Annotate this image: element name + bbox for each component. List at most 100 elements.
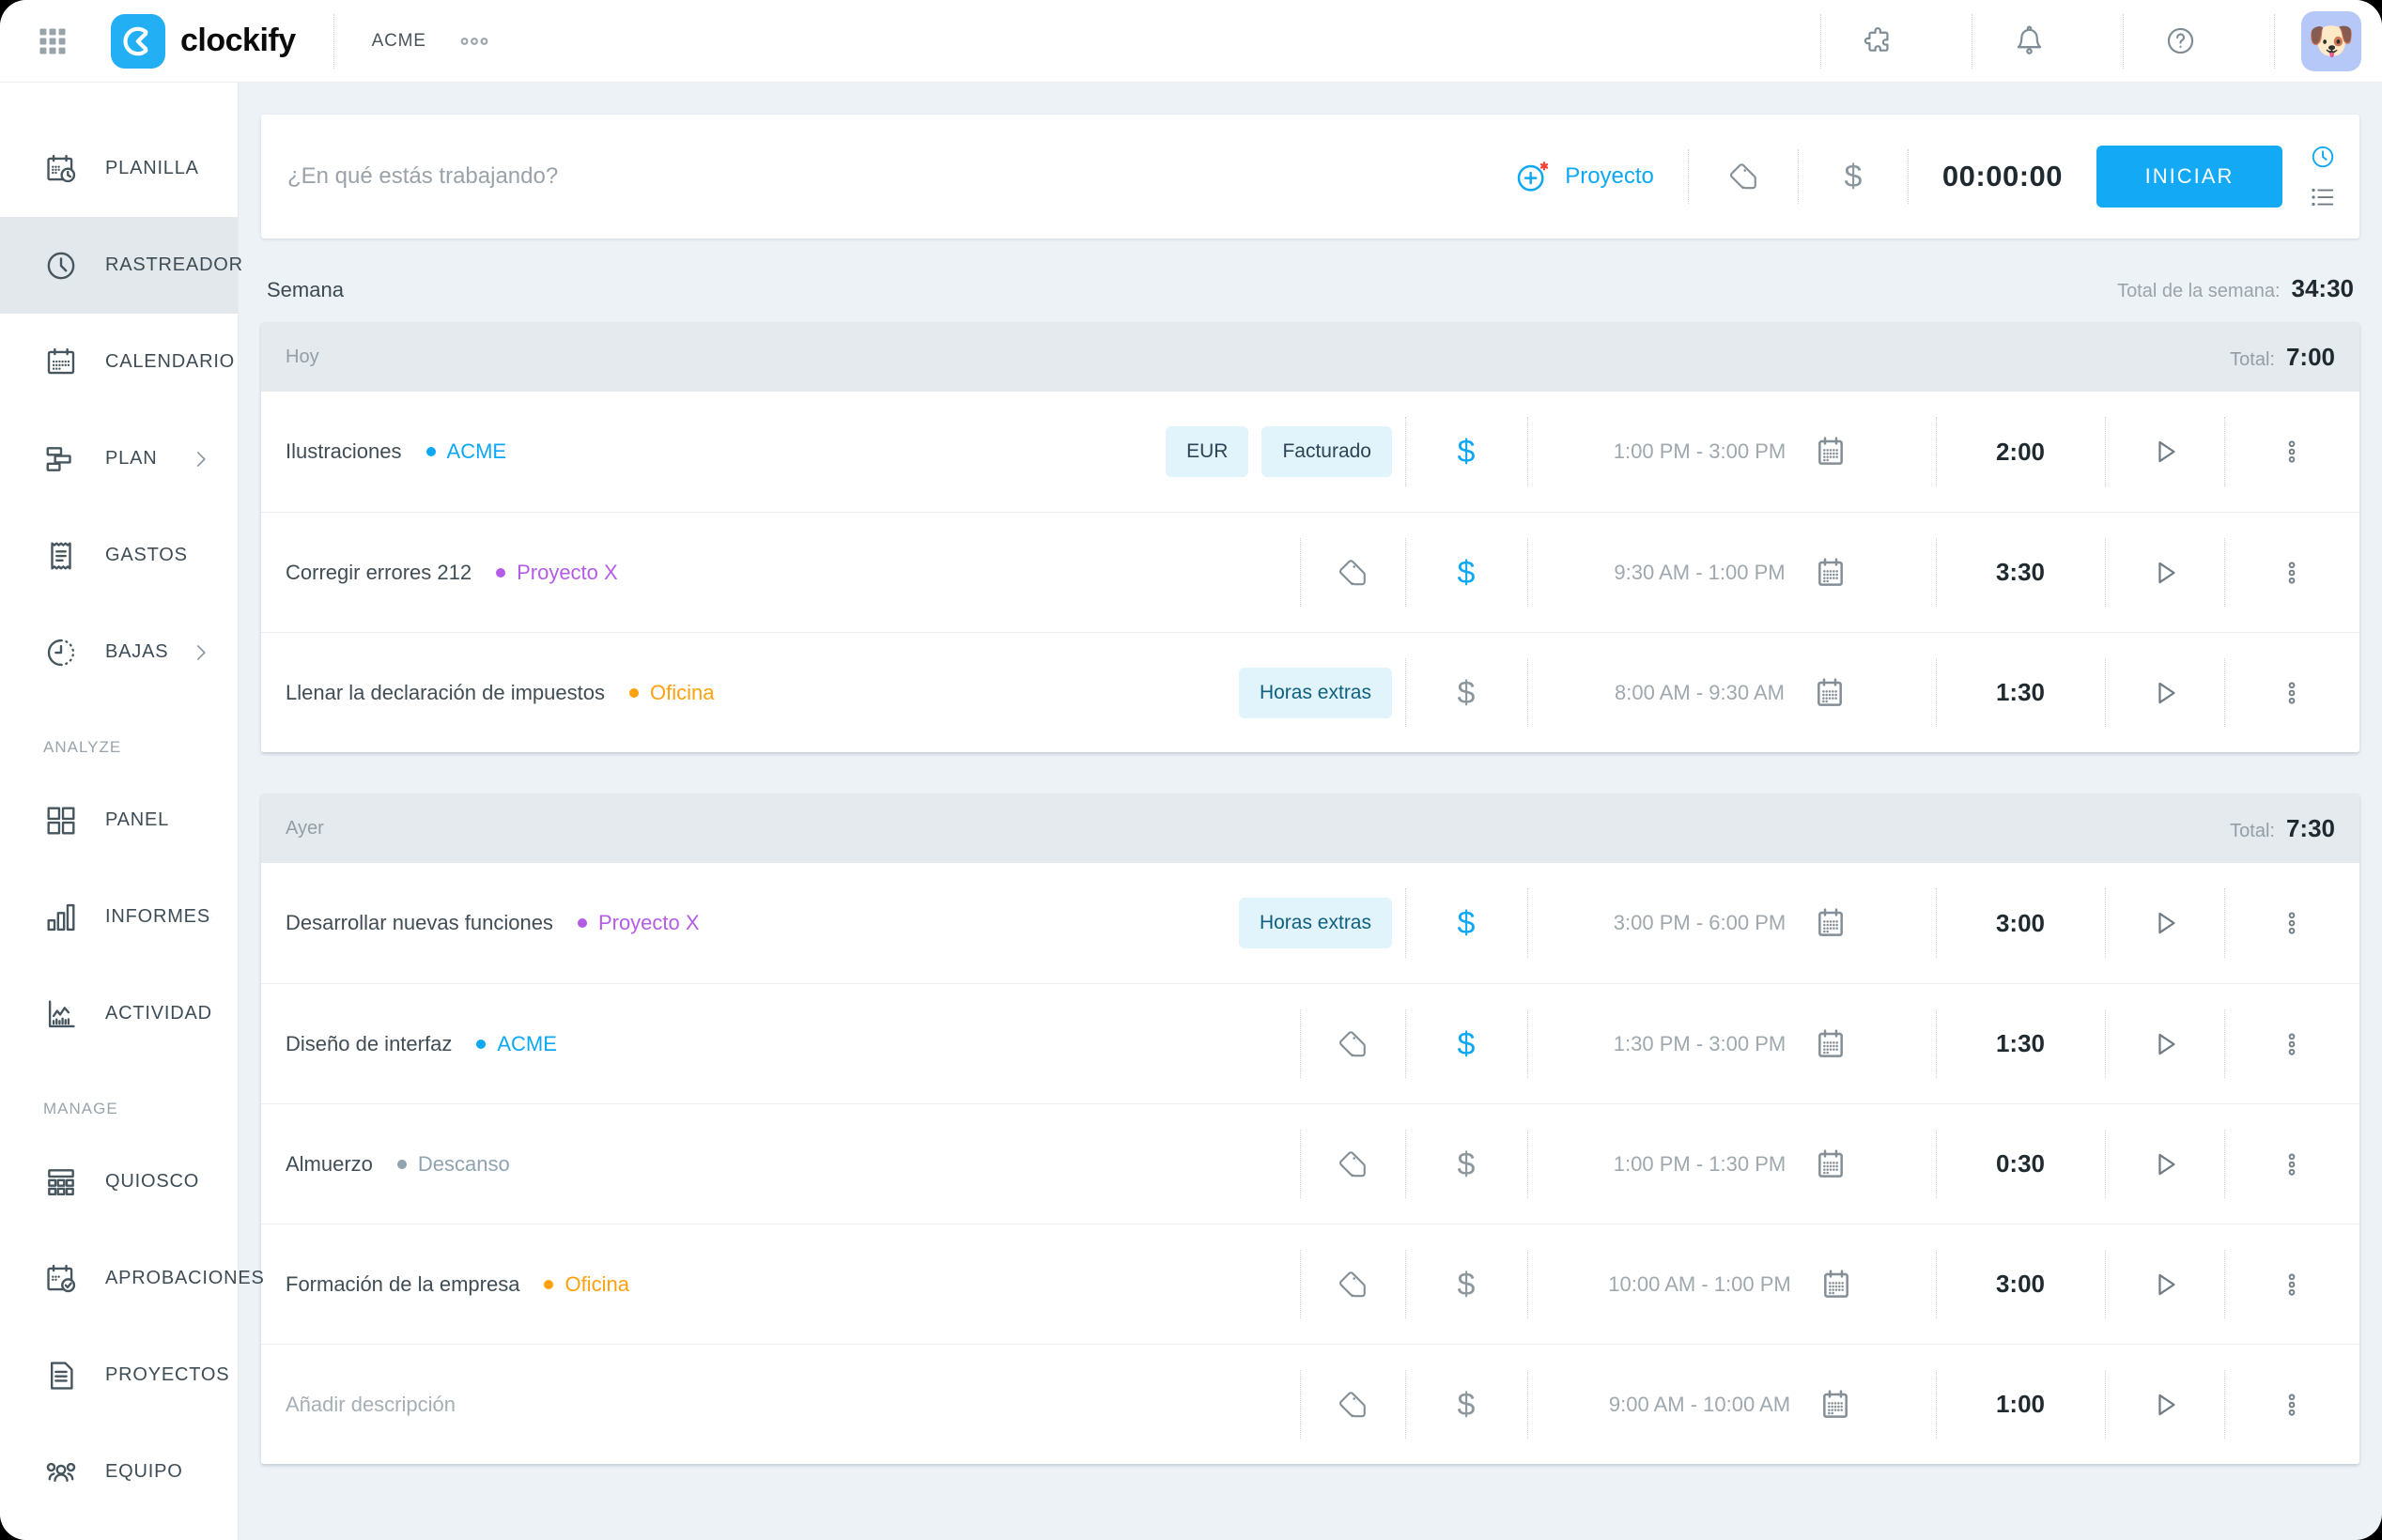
billable-toggle[interactable]: $ (1458, 1389, 1476, 1421)
bell-icon[interactable] (2013, 24, 2046, 57)
date-picker-button[interactable] (1817, 1386, 1854, 1424)
entry-duration[interactable]: 0:30 (1936, 1104, 2105, 1224)
manual-mode-icon[interactable] (2309, 183, 2337, 211)
billable-toggle[interactable]: $ (1458, 557, 1476, 589)
entry-time-range[interactable]: 1:00 PM - 3:00 PM (1614, 439, 1786, 464)
sidebar-item-panel[interactable]: PANEL (0, 772, 238, 869)
sidebar-item-aprobaciones[interactable]: APROBACIONES (0, 1230, 238, 1327)
date-picker-button[interactable] (1817, 1266, 1855, 1303)
sidebar-item-actividad[interactable]: ACTIVIDAD (0, 965, 238, 1062)
entry-menu-button[interactable] (2278, 909, 2306, 937)
entry-description[interactable]: Llenar la declaración de impuestos (286, 681, 605, 705)
entry-duration[interactable]: 1:30 (1936, 633, 2105, 752)
sidebar-item-proyectos[interactable]: PROYECTOS (0, 1327, 238, 1424)
entry-menu-button[interactable] (2278, 1270, 2306, 1299)
sidebar-item-plan[interactable]: PLAN (0, 410, 238, 507)
tag-button[interactable] (1337, 1148, 1369, 1180)
help-icon[interactable] (2164, 24, 2197, 57)
entry-menu-button[interactable] (2278, 438, 2306, 466)
tag-button[interactable] (1337, 1389, 1369, 1421)
sidebar-item-planilla[interactable]: PLANILLA (0, 120, 238, 217)
sidebar-item-gastos[interactable]: GASTOS (0, 507, 238, 604)
entry-description[interactable]: Ilustraciones (286, 439, 402, 464)
billable-toggle[interactable]: $ (1458, 436, 1476, 468)
date-picker-button[interactable] (1812, 1146, 1849, 1183)
continue-entry-button[interactable] (2148, 906, 2182, 940)
entry-description[interactable]: Formación de la empresa (286, 1272, 519, 1297)
entry-project[interactable]: Oficina (629, 681, 714, 705)
tag-button[interactable] (1337, 1269, 1369, 1301)
tag-icon[interactable] (1727, 161, 1759, 192)
select-project-button[interactable]: Proyecto (1514, 158, 1654, 195)
entry-duration[interactable]: 3:30 (1936, 513, 2105, 632)
apps-grid-icon[interactable] (36, 24, 70, 58)
entry-time-range[interactable]: 10:00 AM - 1:00 PM (1608, 1272, 1790, 1297)
date-picker-button[interactable] (1812, 904, 1849, 942)
entry-project[interactable]: Proyecto X (578, 911, 700, 935)
entry-time-range[interactable]: 9:30 AM - 1:00 PM (1614, 561, 1785, 585)
continue-entry-button[interactable] (2148, 1027, 2182, 1061)
puzzle-icon[interactable] (1862, 24, 1895, 57)
date-picker-button[interactable] (1812, 554, 1849, 592)
entry-time-range[interactable]: 9:00 AM - 10:00 AM (1609, 1393, 1790, 1417)
entry-description[interactable]: Añadir descripción (286, 1393, 456, 1417)
entry-menu-button[interactable] (2278, 1030, 2306, 1058)
entry-time-range[interactable]: 3:00 PM - 6:00 PM (1614, 911, 1786, 935)
sidebar-item-equipo[interactable]: EQUIPO (0, 1424, 238, 1520)
entry-project[interactable]: Oficina (544, 1272, 628, 1297)
tag-chip[interactable]: Facturado (1261, 426, 1392, 477)
entry-duration[interactable]: 3:00 (1936, 863, 2105, 983)
description-input[interactable] (269, 163, 1514, 190)
entry-time-range[interactable]: 1:00 PM - 1:30 PM (1614, 1152, 1786, 1177)
entry-duration[interactable]: 2:00 (1936, 392, 2105, 512)
entry-project[interactable]: Proyecto X (496, 561, 618, 585)
entry-duration[interactable]: 1:30 (1936, 984, 2105, 1103)
tag-button[interactable] (1337, 557, 1369, 589)
billable-toggle[interactable]: $ (1458, 1028, 1476, 1060)
entry-project[interactable]: ACME (476, 1032, 557, 1056)
billable-toggle[interactable]: $ (1458, 1269, 1476, 1301)
entry-time-range[interactable]: 8:00 AM - 9:30 AM (1615, 681, 1785, 705)
tag-button[interactable] (1337, 1028, 1369, 1060)
date-picker-button[interactable] (1811, 674, 1848, 712)
entry-project[interactable]: Descanso (397, 1152, 510, 1177)
entry-menu-button[interactable] (2278, 1391, 2306, 1419)
entry-description[interactable]: Corregir errores 212 (286, 561, 472, 585)
dots-horizontal-icon[interactable] (458, 25, 490, 57)
entry-description[interactable]: Diseño de interfaz (286, 1032, 452, 1056)
tag-chip[interactable]: Horas extras (1239, 668, 1392, 718)
billable-toggle[interactable]: $ (1458, 1148, 1476, 1180)
continue-entry-button[interactable] (2148, 676, 2182, 710)
date-picker-button[interactable] (1812, 433, 1849, 470)
entry-project[interactable]: ACME (426, 439, 507, 464)
continue-entry-button[interactable] (2148, 1268, 2182, 1301)
continue-entry-button[interactable] (2148, 1388, 2182, 1422)
billable-toggle[interactable]: $ (1458, 677, 1476, 709)
date-picker-button[interactable] (1812, 1025, 1849, 1063)
sidebar-item-rastreador[interactable]: RASTREADOR (0, 217, 238, 314)
entry-description[interactable]: Desarrollar nuevas funciones (286, 911, 553, 935)
entry-time-range[interactable]: 1:30 PM - 3:00 PM (1614, 1032, 1786, 1056)
avatar[interactable]: 🐶 (2301, 11, 2361, 71)
sidebar-item-informes[interactable]: INFORMES (0, 869, 238, 965)
continue-entry-button[interactable] (2148, 435, 2182, 469)
timer-mode-icon[interactable] (2309, 143, 2337, 171)
entry-duration[interactable]: 3:00 (1936, 1224, 2105, 1344)
tag-chip[interactable]: EUR (1166, 426, 1248, 477)
entry-description[interactable]: Almuerzo (286, 1152, 373, 1177)
workspace-selector[interactable]: ACME (372, 31, 426, 52)
time-entry-row: Diseño de interfaz ACME $1:30 PM - 3:00 PM… (261, 983, 2359, 1103)
sidebar-item-calendario[interactable]: CALENDARIO (0, 314, 238, 410)
billable-toggle[interactable]: $ (1844, 161, 1862, 192)
continue-entry-button[interactable] (2148, 556, 2182, 590)
sidebar-item-bajas[interactable]: BAJAS (0, 604, 238, 701)
entry-menu-button[interactable] (2278, 679, 2306, 707)
billable-toggle[interactable]: $ (1458, 907, 1476, 939)
entry-menu-button[interactable] (2278, 1150, 2306, 1178)
entry-menu-button[interactable] (2278, 559, 2306, 587)
tag-chip[interactable]: Horas extras (1239, 898, 1392, 948)
continue-entry-button[interactable] (2148, 1147, 2182, 1181)
sidebar-item-quiosco[interactable]: QUIOSCO (0, 1133, 238, 1230)
entry-duration[interactable]: 1:00 (1936, 1345, 2105, 1464)
start-button[interactable]: INICIAR (2096, 146, 2282, 208)
